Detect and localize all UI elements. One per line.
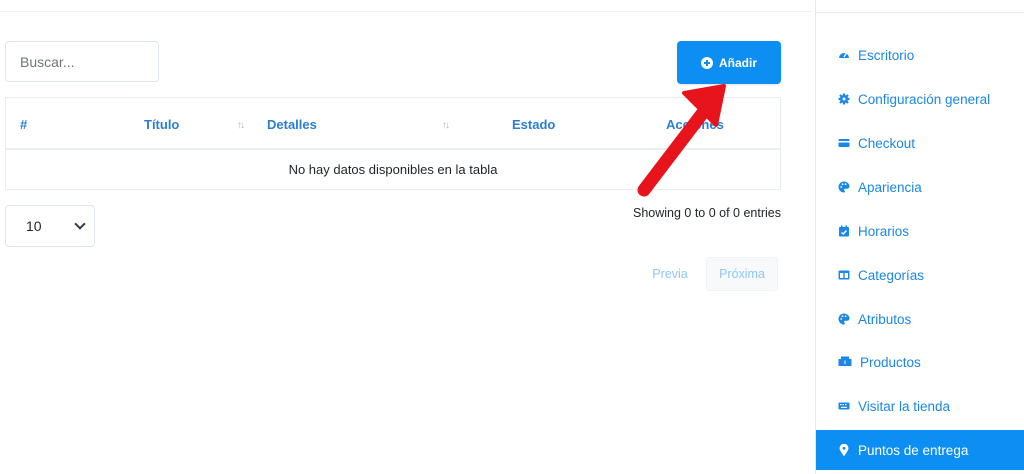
calendar-icon [838, 225, 850, 237]
add-button-label: Añadir [718, 55, 757, 70]
boxes-icon [838, 356, 852, 368]
sidebar-item-label: Checkout [858, 135, 916, 151]
sidebar-item-configuracion[interactable]: Configuración general [816, 79, 1024, 119]
sort-icon[interactable]: ↑↓ [442, 120, 450, 131]
sidebar-item-label: Escritorio [858, 47, 915, 63]
sidebar-item-label: Puntos de entrega [858, 442, 969, 458]
sidebar: Escritorio Configuración general Checkou… [815, 0, 1024, 474]
sort-icon[interactable]: ↑↓ [237, 120, 245, 131]
table-info: Showing 0 to 0 of 0 entries [632, 206, 781, 220]
sidebar-item-horarios[interactable]: Horarios [816, 211, 1024, 251]
columns-icon [838, 269, 850, 281]
table-header: # Título ↑↓ Detalles ↑↓ Estado Acciones [6, 98, 780, 150]
sidebar-item-label: Atributos [858, 311, 912, 327]
column-header-status[interactable]: Estado [512, 117, 555, 132]
column-header-actions[interactable]: Acciones [666, 117, 724, 132]
column-header-title[interactable]: Título [144, 117, 179, 132]
gear-icon [838, 93, 850, 105]
top-divider [0, 11, 812, 12]
data-table: # Título ↑↓ Detalles ↑↓ Estado Acciones … [5, 97, 781, 190]
sidebar-item-label: Productos [860, 354, 921, 370]
sidebar-item-visitar-tienda[interactable]: Visitar la tienda [816, 386, 1024, 426]
search-input[interactable] [5, 41, 159, 82]
sidebar-item-label: Categorías [858, 267, 925, 283]
plus-circle-icon [700, 56, 713, 69]
chevron-down-icon [74, 218, 86, 230]
keyboard-icon [838, 400, 850, 412]
sidebar-item-label: Visitar la tienda [858, 398, 951, 414]
column-header-number[interactable]: # [20, 117, 27, 132]
page-length-value: 10 [26, 218, 42, 234]
dashboard-icon [838, 49, 850, 61]
page-length-select[interactable]: 10 [5, 205, 95, 247]
sidebar-item-checkout[interactable]: Checkout [816, 123, 1024, 163]
sidebar-item-productos[interactable]: Productos [816, 342, 1024, 382]
next-page-button[interactable]: Próxima [706, 257, 778, 291]
sidebar-item-escritorio[interactable]: Escritorio [816, 35, 1024, 75]
sidebar-top-divider [816, 0, 1024, 13]
palette-icon [838, 313, 850, 325]
sidebar-item-puntos-entrega[interactable]: Puntos de entrega [816, 430, 1024, 470]
sidebar-item-apariencia[interactable]: Apariencia [816, 167, 1024, 207]
sidebar-item-label: Horarios [858, 223, 910, 239]
previous-page-button[interactable]: Previa [640, 257, 700, 291]
sidebar-item-label: Configuración general [858, 91, 991, 107]
add-button[interactable]: Añadir [677, 41, 781, 84]
sidebar-item-categorias[interactable]: Categorías [816, 255, 1024, 295]
empty-table-message: No hay datos disponibles en la tabla [288, 162, 498, 177]
credit-card-icon [838, 137, 850, 149]
map-marker-icon [838, 443, 850, 457]
sidebar-item-atributos[interactable]: Atributos [816, 299, 1024, 339]
palette-icon [838, 181, 850, 193]
sidebar-item-label: Apariencia [858, 179, 922, 195]
column-header-details[interactable]: Detalles [267, 117, 317, 132]
